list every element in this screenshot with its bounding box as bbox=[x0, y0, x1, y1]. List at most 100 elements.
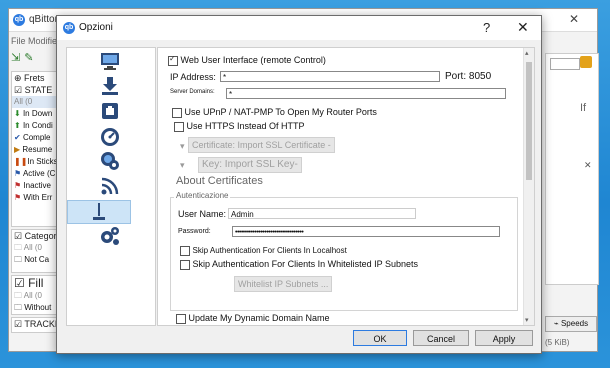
upnp-label: Use UPnP / NAT-PMP To Open My Router Por… bbox=[184, 107, 377, 117]
state-item[interactable]: ✔ Comple bbox=[12, 132, 58, 144]
skip-whitelist-row[interactable]: Skip Authentication For Clients In White… bbox=[180, 259, 418, 270]
state-item[interactable]: ▶ Resume bbox=[12, 144, 58, 156]
help-button[interactable]: ? bbox=[483, 20, 490, 35]
dialog-title: Opzioni bbox=[79, 22, 113, 33]
nav-bittorrent[interactable] bbox=[97, 150, 123, 172]
state-item[interactable]: ⚑ With Err bbox=[12, 192, 58, 204]
nav-downloads[interactable] bbox=[97, 75, 123, 97]
dyndns-checkbox[interactable] bbox=[176, 313, 186, 324]
state-header: ☑ STATE bbox=[14, 85, 53, 95]
background-close-icon-small[interactable]: ✕ bbox=[584, 160, 592, 171]
advanced-gears-icon bbox=[101, 227, 119, 245]
state-item[interactable]: ❚❚In Sticks bbox=[12, 156, 58, 168]
web-ui-checkbox-row[interactable]: Web User Interface (remote Control) bbox=[168, 54, 326, 66]
upnp-checkbox-row[interactable]: Use UPnP / NAT-PMP To Open My Router Por… bbox=[172, 107, 377, 118]
skip-localhost-row[interactable]: Skip Authentication For Clients In Local… bbox=[180, 245, 347, 256]
web-ui-label: Web User Interface (remote Control) bbox=[180, 55, 326, 65]
tag-filter-panel: ☑ Fill 🗀 All (0 🗀 Without bbox=[11, 275, 59, 315]
nav-rss[interactable] bbox=[97, 175, 123, 197]
nav-connection[interactable] bbox=[97, 100, 123, 122]
tag-header: ☑ Fill bbox=[14, 276, 44, 290]
background-search-input[interactable] bbox=[550, 58, 580, 70]
category-item[interactable]: 🗀 All (0 bbox=[12, 242, 58, 254]
ip-address-input[interactable]: * bbox=[220, 71, 440, 82]
https-checkbox[interactable] bbox=[174, 121, 184, 132]
connection-icon bbox=[102, 103, 118, 119]
options-category-list bbox=[66, 47, 156, 326]
state-item[interactable]: ⚑ Active (C bbox=[12, 168, 58, 180]
skip-whitelist-label: Skip Authentication For Clients In White… bbox=[192, 259, 418, 269]
dyndns-checkbox-row[interactable]: Update My Dynamic Domain Name bbox=[176, 313, 330, 324]
speeds-tab[interactable]: ⌁ Speeds bbox=[545, 316, 597, 332]
apply-button[interactable]: Apply bbox=[475, 330, 533, 346]
download-icon bbox=[102, 77, 118, 95]
certificate-status-icon: ▾ bbox=[180, 141, 185, 151]
lock-icon[interactable] bbox=[580, 56, 592, 68]
speedometer-icon bbox=[101, 128, 119, 146]
nav-behavior[interactable] bbox=[97, 50, 123, 72]
web-ui-icon bbox=[93, 203, 105, 220]
https-label: Use HTTPS Instead Of HTTP bbox=[186, 121, 305, 131]
nav-speed[interactable] bbox=[97, 125, 123, 147]
password-input[interactable]: ••••••••••••••••••••••••••••••••••• bbox=[232, 226, 500, 237]
gear-globe-icon bbox=[101, 152, 119, 170]
filters-tab[interactable]: ⊕ Frets bbox=[12, 72, 58, 84]
username-input[interactable]: Admin bbox=[228, 208, 416, 219]
https-checkbox-row[interactable]: Use HTTPS Instead Of HTTP bbox=[174, 121, 305, 132]
skip-localhost-checkbox[interactable] bbox=[180, 245, 190, 256]
tracker-filter-panel: ☑ TRACKE bbox=[11, 317, 59, 333]
upnp-checkbox[interactable] bbox=[172, 107, 182, 118]
status-filter-panel: ⊕ Frets ☑ STATE All (0 ⬇ In Down ⬆ In Co… bbox=[11, 71, 59, 227]
tracker-header: ☑ TRACKE bbox=[14, 319, 59, 329]
background-partial-text: If bbox=[580, 102, 587, 114]
skip-localhost-label: Skip Authentication For Clients In Local… bbox=[192, 246, 347, 255]
certificate-row: ▾ bbox=[180, 141, 185, 152]
background-torrent-list: If ✕ bbox=[545, 53, 599, 285]
username-label: User Name: bbox=[178, 209, 227, 219]
cancel-button[interactable]: Cancel bbox=[413, 330, 469, 346]
skip-whitelist-checkbox[interactable] bbox=[180, 259, 190, 270]
add-link-icon[interactable]: ✎ bbox=[24, 51, 33, 64]
state-item[interactable]: ⚑ Inactive bbox=[12, 180, 58, 192]
dialog-close-button[interactable]: ✕ bbox=[517, 19, 529, 36]
web-ui-checkbox[interactable] bbox=[168, 54, 178, 66]
nav-web-ui[interactable] bbox=[67, 200, 131, 224]
state-item[interactable]: All (0 bbox=[12, 96, 58, 108]
qbittorrent-logo-icon: qb bbox=[13, 14, 25, 26]
options-dialog: qb Opzioni ? ✕ ✓ Web User Interface (rem… bbox=[56, 15, 542, 354]
server-domains-label: Server Domains: bbox=[170, 89, 215, 95]
key-status-icon: ▾ bbox=[180, 160, 185, 170]
scroll-down-icon[interactable]: ▾ bbox=[525, 316, 529, 324]
server-domains-input[interactable]: * bbox=[226, 88, 506, 99]
dyndns-label: Update My Dynamic Domain Name bbox=[188, 313, 330, 323]
import-certificate-button[interactable]: Certificate: Import SSL Certificate - bbox=[188, 137, 335, 153]
tag-item[interactable]: 🗀 Without bbox=[12, 302, 58, 314]
import-key-button[interactable]: Key: Import SSL Key- bbox=[198, 157, 302, 173]
panel-scrollbar[interactable]: ▴ ▾ bbox=[523, 48, 534, 325]
add-torrent-icon[interactable]: ⇲ bbox=[11, 51, 20, 64]
background-menu-bar[interactable]: File Modifie bbox=[11, 36, 57, 46]
password-label: Password: bbox=[178, 228, 211, 235]
background-close-icon[interactable]: ✕ bbox=[569, 12, 579, 26]
port-label: Port: 8050 bbox=[445, 71, 492, 82]
whitelist-ip-subnets-button[interactable]: Whitelist IP Subnets ... bbox=[234, 276, 333, 292]
status-bar-size: (5 KiB) bbox=[545, 338, 570, 347]
nav-advanced[interactable] bbox=[97, 225, 123, 247]
state-item[interactable]: ⬆ In Condi bbox=[12, 120, 58, 132]
state-item[interactable]: ⬇ In Down bbox=[12, 108, 58, 120]
tag-item[interactable]: 🗀 All (0 bbox=[12, 290, 58, 302]
dialog-title-bar: qb Opzioni ? ✕ bbox=[57, 16, 541, 40]
about-certificates-link[interactable]: About Certificates bbox=[176, 175, 263, 187]
qbittorrent-logo-icon: qb bbox=[63, 22, 75, 34]
background-toolbar: ⇲ ✎ bbox=[11, 51, 61, 67]
monitor-icon bbox=[101, 53, 119, 70]
ok-button[interactable]: OK bbox=[353, 330, 407, 346]
category-item[interactable]: 🗀 Not Ca bbox=[12, 254, 58, 266]
category-header: ☑ Category bbox=[14, 231, 59, 241]
authentication-legend: Autenticazione bbox=[174, 191, 231, 200]
category-filter-panel: ☑ Category 🗀 All (0 🗀 Not Ca bbox=[11, 229, 59, 273]
scrollbar-thumb[interactable] bbox=[526, 62, 532, 180]
rss-icon bbox=[101, 177, 119, 195]
ip-address-label: IP Address: bbox=[170, 72, 216, 82]
scroll-up-icon[interactable]: ▴ bbox=[525, 49, 529, 57]
